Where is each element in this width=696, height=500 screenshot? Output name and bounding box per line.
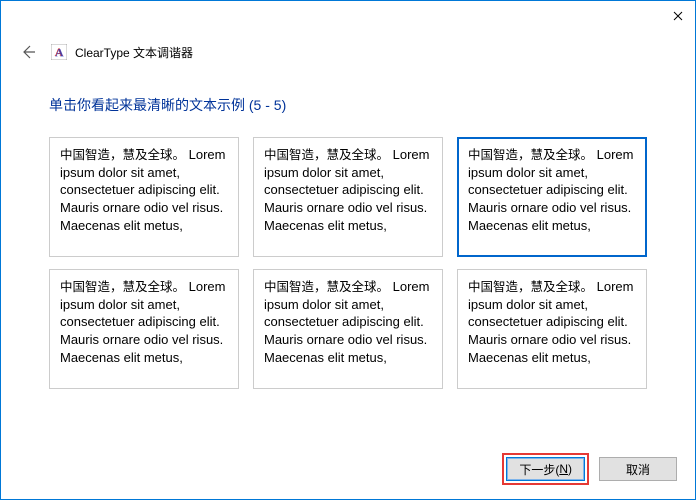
header-row: A A ClearType 文本调谐器 (1, 31, 695, 65)
titlebar (1, 1, 695, 31)
text-sample-6[interactable]: 中国智造，慧及全球。 Lorem ipsum dolor sit amet, c… (457, 269, 647, 389)
sample-cn-text: 中国智造，慧及全球。 (468, 280, 593, 294)
sample-cn-text: 中国智造，慧及全球。 (264, 280, 389, 294)
cleartype-tuner-window: A A ClearType 文本调谐器 单击你看起来最清晰的文本示例 (5 - … (0, 0, 696, 500)
text-sample-5[interactable]: 中国智造，慧及全球。 Lorem ipsum dolor sit amet, c… (253, 269, 443, 389)
next-button-shortcut: N (559, 462, 568, 476)
next-button[interactable]: 下一步(N) (506, 457, 585, 481)
app-title-wrap: A A ClearType 文本调谐器 (51, 44, 193, 61)
sample-grid: 中国智造，慧及全球。 Lorem ipsum dolor sit amet, c… (49, 137, 647, 389)
next-button-highlight: 下一步(N) (502, 453, 589, 485)
sample-cn-text: 中国智造，慧及全球。 (60, 148, 185, 162)
page-heading: 单击你看起来最清晰的文本示例 (5 - 5) (49, 95, 647, 115)
content-area: 单击你看起来最清晰的文本示例 (5 - 5) 中国智造，慧及全球。 Lorem … (1, 65, 695, 443)
next-button-suffix: ) (568, 462, 572, 476)
text-sample-3[interactable]: 中国智造，慧及全球。 Lorem ipsum dolor sit amet, c… (457, 137, 647, 257)
footer-buttons: 下一步(N) 取消 (1, 443, 695, 499)
cancel-button[interactable]: 取消 (599, 457, 677, 481)
app-title: ClearType 文本调谐器 (75, 44, 193, 61)
close-icon[interactable] (673, 11, 683, 21)
back-arrow-icon[interactable] (19, 43, 37, 61)
svg-text:A: A (55, 45, 64, 59)
sample-cn-text: 中国智造，慧及全球。 (60, 280, 185, 294)
sample-cn-text: 中国智造，慧及全球。 (468, 148, 593, 162)
cleartype-app-icon: A A (51, 44, 67, 60)
text-sample-1[interactable]: 中国智造，慧及全球。 Lorem ipsum dolor sit amet, c… (49, 137, 239, 257)
text-sample-4[interactable]: 中国智造，慧及全球。 Lorem ipsum dolor sit amet, c… (49, 269, 239, 389)
sample-cn-text: 中国智造，慧及全球。 (264, 148, 389, 162)
next-button-prefix: 下一步( (519, 461, 559, 478)
text-sample-2[interactable]: 中国智造，慧及全球。 Lorem ipsum dolor sit amet, c… (253, 137, 443, 257)
